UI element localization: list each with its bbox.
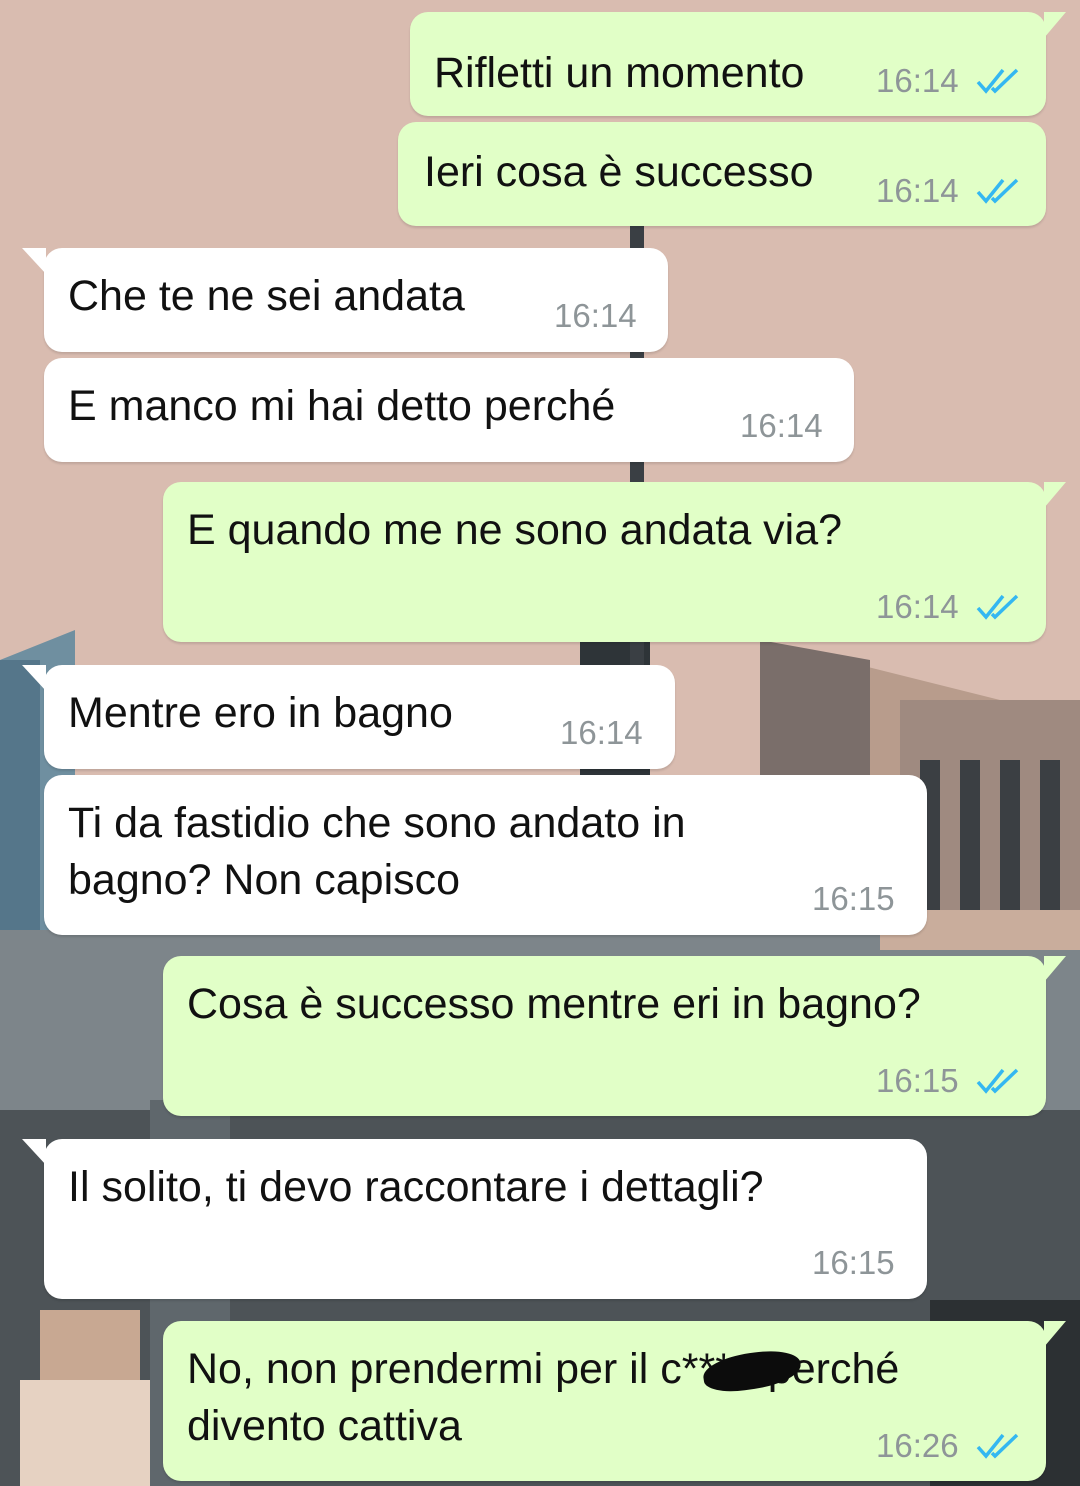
double-check-icon: [976, 68, 1019, 94]
message-text: Mentre ero in bagno: [68, 689, 453, 737]
message-timestamp: 16:26: [876, 1427, 959, 1464]
message-bubble-incoming[interactable]: Il solito, ti devo raccontare i dettagli…: [22, 1139, 927, 1299]
bubble-tail: [1044, 482, 1066, 508]
bubble-tail: [22, 665, 46, 691]
message-timestamp: 16:15: [812, 1244, 895, 1281]
message-timestamp: 16:14: [740, 407, 823, 444]
double-check-icon: [976, 1433, 1019, 1459]
bubble-tail: [1044, 12, 1066, 38]
message-text: Che te ne sei andata: [68, 272, 465, 320]
double-check-icon: [976, 178, 1019, 204]
message-text: Rifletti un momento: [434, 49, 805, 97]
bubble-tail: [22, 1139, 46, 1165]
message-bubble-incoming[interactable]: Che te ne sei andata 16:14: [22, 248, 668, 352]
message-text-line: bagno? Non capisco: [68, 856, 461, 904]
message-text-line: divento cattiva: [187, 1402, 462, 1450]
message-text: Ieri cosa è successo: [424, 148, 814, 196]
bubble-tail: [1044, 1321, 1066, 1347]
double-check-icon: [976, 1068, 1019, 1094]
bubble-tail: [22, 248, 46, 274]
bubble-tail: [1044, 956, 1066, 982]
message-timestamp: 16:15: [812, 880, 895, 917]
message-timestamp: 16:15: [876, 1062, 959, 1099]
message-bubble-incoming[interactable]: Ti da fastidio che sono andato in bagno?…: [44, 775, 927, 935]
message-bubble-outgoing[interactable]: Rifletti un momento 16:14: [410, 12, 1066, 116]
message-text: E quando me ne sono andata via?: [187, 506, 843, 554]
message-bubble-incoming[interactable]: E manco mi hai detto perché 16:14: [44, 358, 854, 462]
message-timestamp: 16:14: [560, 714, 643, 751]
message-bubble-outgoing[interactable]: No, non prendermi per il c***o perché di…: [163, 1321, 1066, 1481]
message-timestamp: 16:14: [876, 172, 959, 209]
message-bubble-outgoing[interactable]: Ieri cosa è successo 16:14: [398, 122, 1046, 226]
message-text: Cosa è successo mentre eri in bagno?: [187, 980, 921, 1028]
message-timestamp: 16:14: [876, 62, 959, 99]
message-text: Il solito, ti devo raccontare i dettagli…: [68, 1163, 764, 1211]
message-bubble-outgoing[interactable]: E quando me ne sono andata via? 16:14: [163, 482, 1066, 642]
message-timestamp: 16:14: [876, 588, 959, 625]
message-bubble-outgoing[interactable]: Cosa è successo mentre eri in bagno? 16:…: [163, 956, 1066, 1116]
message-bubble-incoming[interactable]: Mentre ero in bagno 16:14: [22, 665, 675, 769]
message-text-line: Ti da fastidio che sono andato in: [68, 799, 686, 847]
double-check-icon: [976, 594, 1019, 620]
message-timestamp: 16:14: [554, 297, 637, 334]
message-text: E manco mi hai detto perché: [68, 382, 616, 430]
